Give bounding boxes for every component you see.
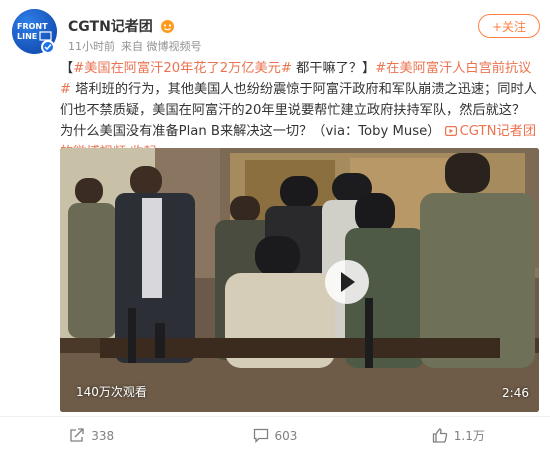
post-time[interactable]: 11小时前 (68, 38, 115, 54)
like-button[interactable]: 1.1万 (367, 417, 550, 454)
hashtag-link-1[interactable]: #美国在阿富汗20年花了2万亿美元# (73, 61, 292, 76)
share-button[interactable]: 338 (0, 417, 183, 454)
video-player[interactable]: 140万次观看 2:46 (60, 148, 539, 412)
play-icon (341, 272, 355, 292)
svg-text:LINE: LINE (17, 32, 37, 41)
vip-badge-icon (160, 19, 174, 33)
open-bracket: 【 (60, 61, 74, 76)
share-icon (70, 428, 84, 442)
play-button[interactable] (325, 260, 369, 304)
follow-button[interactable]: +关注 (478, 14, 540, 38)
comment-icon (253, 428, 268, 443)
share-count: 338 (91, 428, 115, 443)
account-name[interactable]: CGTN记者团 (68, 16, 153, 36)
video-link-icon (444, 126, 457, 136)
verified-icon (41, 40, 55, 54)
video-duration: 2:46 (502, 386, 529, 400)
action-bar: 338 603 1.1万 (0, 417, 550, 454)
comment-button[interactable]: 603 (183, 417, 366, 454)
post-meta: 11小时前 来自 微博视频号 (68, 38, 202, 54)
post-source: 来自 微博视频号 (121, 40, 202, 53)
comment-count: 603 (274, 428, 298, 443)
post-text-part-1: 都干嘛了？】 (291, 61, 376, 76)
video-thumbnail (60, 148, 539, 412)
svg-text:FRONT: FRONT (17, 22, 48, 31)
view-count: 140万次观看 (76, 385, 147, 399)
like-icon (432, 428, 447, 443)
like-count: 1.1万 (453, 429, 485, 443)
